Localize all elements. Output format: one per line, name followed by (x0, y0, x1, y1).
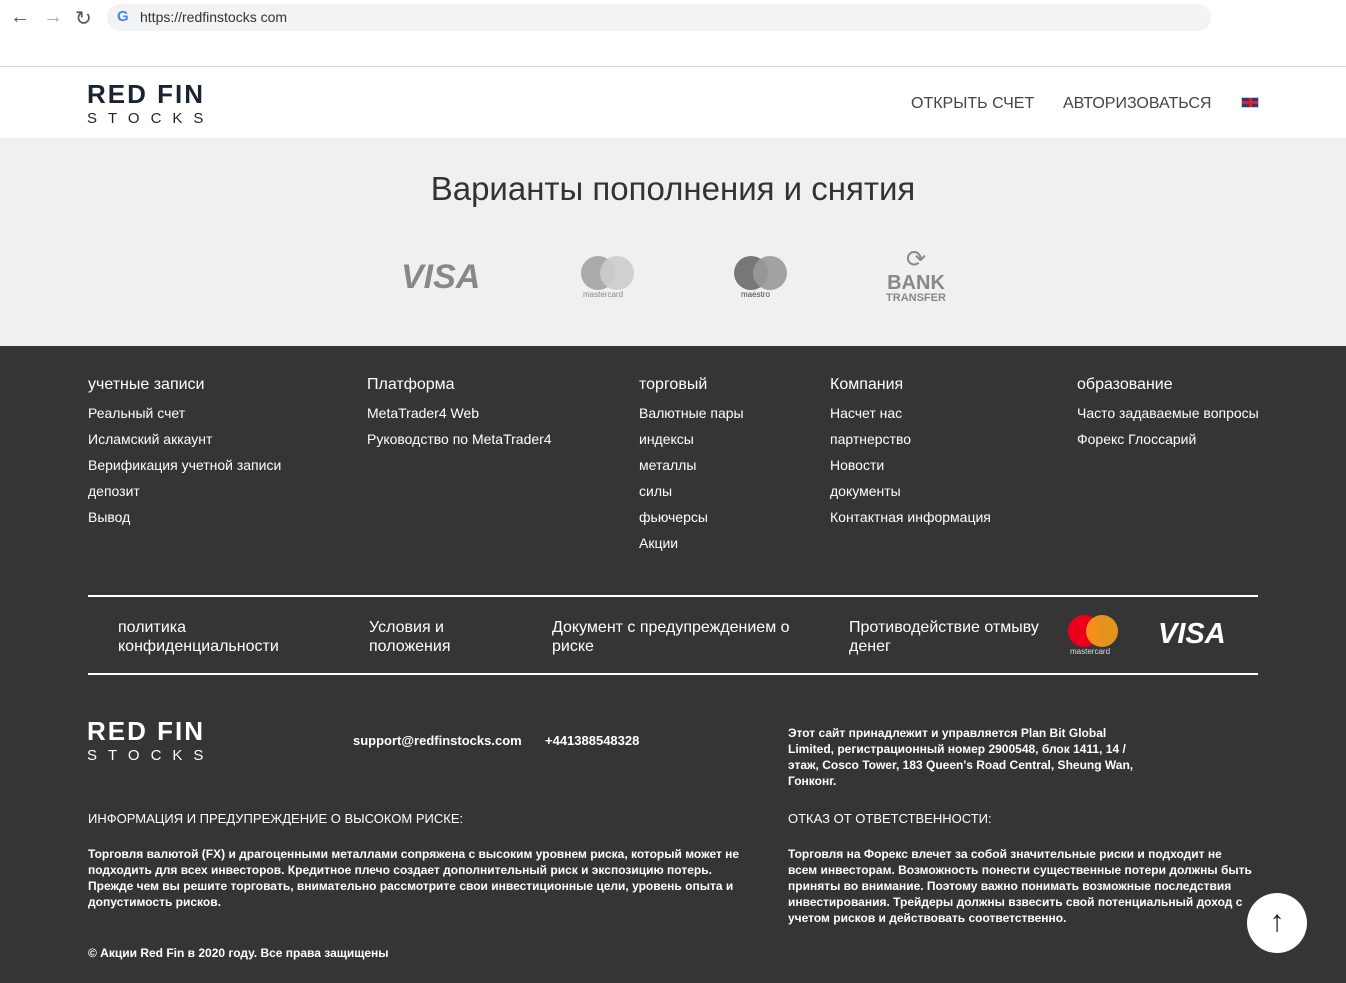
uk-flag-icon[interactable] (1241, 97, 1259, 108)
logo-line2: STOCKS (87, 110, 215, 127)
footer-link[interactable]: партнерство (830, 431, 991, 457)
disclaimer-title: ОТКАЗ ОТ ОТВЕТСТВЕННОСТИ: (788, 811, 992, 826)
risk-title: ИНФОРМАЦИЯ И ПРЕДУПРЕЖДЕНИЕ О ВЫСОКОМ РИ… (88, 811, 464, 826)
footer-link[interactable]: Насчет нас (830, 405, 991, 431)
footer-logo[interactable]: RED FIN STOCKS (87, 716, 214, 764)
transfer-arrows-icon: ⟳ (905, 246, 927, 273)
col-heading: учетные записи (88, 376, 205, 393)
footer-link[interactable]: Руководство по MetaTrader4 (367, 431, 552, 457)
visa-logo: VISA (1158, 618, 1226, 650)
aml-link[interactable]: Противодействие отмыву денег (849, 618, 1049, 656)
risk-warning-link[interactable]: Документ с предупреждением о риске (552, 618, 802, 656)
footer-col-company: Компания Насчет нас партнерство Новости … (830, 376, 991, 535)
footer: учетные записи Реальный счет Исламский а… (0, 346, 1346, 983)
bank-transfer-logo: ⟳ BANK TRANSFER (884, 246, 948, 304)
risk-text: Торговля валютой (FX) и драгоценными мет… (88, 847, 740, 909)
col-heading: образование (1077, 376, 1173, 393)
scroll-to-top-button[interactable]: ↑ (1247, 893, 1307, 953)
maestro-logo: maestro (733, 256, 789, 301)
browser-toolbar: ← → ↻ G https://redfinstocks com (0, 0, 1346, 67)
footer-col-accounts: учетные записи Реальный счет Исламский а… (88, 376, 281, 535)
footer-link[interactable]: MetaTrader4 Web (367, 405, 552, 431)
footer-link[interactable]: силы (639, 483, 744, 509)
visa-logo: VISA (401, 258, 481, 296)
logo-line1: RED FIN (87, 79, 205, 109)
url-text: https://redfinstocks com (140, 9, 288, 25)
login-link[interactable]: АВТОРИЗОВАТЬСЯ (1063, 95, 1211, 113)
col-heading: Компания (830, 376, 904, 393)
forward-icon[interactable]: → (43, 6, 63, 29)
logo-line1: RED FIN (87, 716, 205, 746)
terms-link[interactable]: Условия и положения (369, 618, 489, 656)
divider (88, 595, 1258, 597)
footer-link[interactable]: депозит (88, 483, 281, 509)
footer-link[interactable]: Новости (830, 457, 991, 483)
footer-link[interactable]: Реальный счет (88, 405, 281, 431)
footer-col-education: образование Часто задаваемые вопросы Фор… (1077, 376, 1259, 457)
footer-link[interactable]: индексы (639, 431, 744, 457)
copyright: © Акции Red Fin в 2020 году. Все права з… (88, 946, 389, 960)
footer-link[interactable]: Верификация учетной записи (88, 457, 281, 483)
footer-link[interactable]: Акции (639, 535, 744, 561)
footer-link[interactable]: фьючерсы (639, 509, 744, 535)
footer-link[interactable]: Контактная информация (830, 509, 991, 535)
section-title: Варианты пополнения и снятия (430, 170, 916, 207)
mastercard-logo: mastercard (1067, 615, 1121, 657)
back-icon[interactable]: ← (10, 6, 30, 29)
col-heading: торговый (639, 376, 708, 393)
open-account-link[interactable]: ОТКРЫТЬ СЧЕТ (911, 95, 1034, 113)
address-bar[interactable]: G https://redfinstocks com (107, 4, 1211, 31)
mastercard-logo: mastercard (580, 256, 636, 301)
footer-link[interactable]: Форекс Глоссарий (1077, 431, 1259, 457)
col-heading: Платформа (367, 376, 455, 393)
footer-link[interactable]: металлы (639, 457, 744, 483)
support-email[interactable]: support@redfinstocks.com (353, 733, 522, 749)
arrow-up-icon: ↑ (1269, 905, 1285, 938)
footer-link[interactable]: Вывод (88, 509, 281, 535)
footer-col-platform: Платформа MetaTrader4 Web Руководство по… (367, 376, 552, 457)
disclaimer-text: Торговля на Форекс влечет за собой значи… (788, 847, 1252, 925)
footer-link[interactable]: Часто задаваемые вопросы (1077, 405, 1259, 431)
divider (88, 673, 1258, 675)
payment-methods-section: Варианты пополнения и снятия VISA master… (0, 138, 1346, 346)
company-info: Этот сайт принадлежит и управляется Plan… (788, 726, 1134, 788)
google-icon: G (117, 8, 129, 25)
reload-icon[interactable]: ↻ (75, 6, 92, 31)
footer-link[interactable]: Исламский аккаунт (88, 431, 281, 457)
footer-col-trading: торговый Валютные пары индексы металлы с… (639, 376, 744, 561)
phone-number[interactable]: +441388548328 (545, 733, 639, 749)
logo[interactable]: RED FIN STOCKS (87, 79, 214, 127)
footer-link[interactable]: Валютные пары (639, 405, 744, 431)
logo-line2: STOCKS (87, 747, 215, 764)
site-header: RED FIN STOCKS ОТКРЫТЬ СЧЕТ АВТОРИЗОВАТЬ… (0, 67, 1346, 138)
privacy-policy-link[interactable]: политика конфиденциальности (118, 618, 318, 656)
footer-link[interactable]: документы (830, 483, 991, 509)
